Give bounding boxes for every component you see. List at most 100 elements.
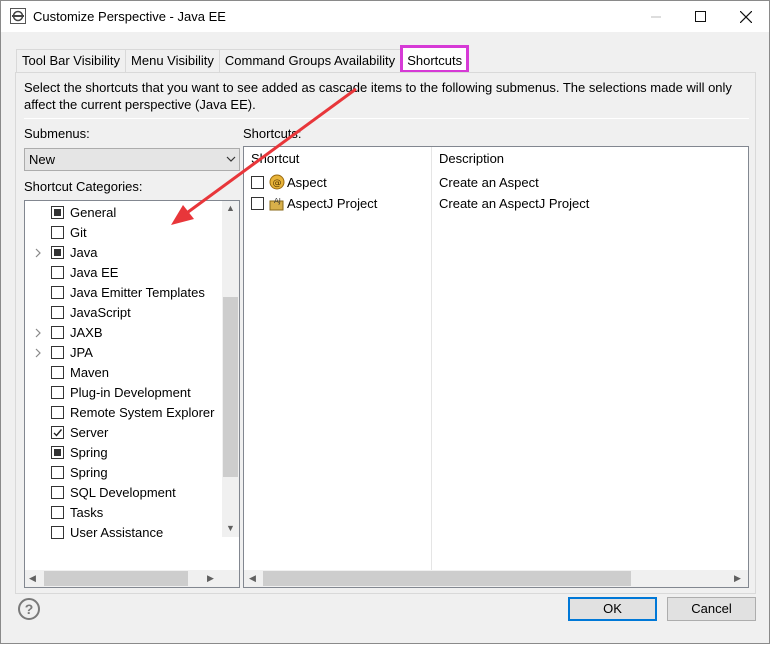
tree-item[interactable]: Java Emitter Templates	[25, 283, 221, 303]
tree-item[interactable]: JPA	[25, 343, 221, 363]
shortcuts-table[interactable]: Shortcut Description @ Aspect Create an …	[243, 146, 749, 588]
horizontal-scrollbar[interactable]: ◀ ▶	[25, 570, 239, 587]
tree-item-label: Java	[70, 245, 98, 260]
tree-item[interactable]: JAXB	[25, 323, 221, 343]
tree-item-label: Remote System Explorer	[70, 405, 215, 420]
category-checkbox[interactable]	[51, 286, 64, 299]
tree-item[interactable]: SQL Development	[25, 483, 221, 503]
category-checkbox[interactable]	[51, 246, 64, 259]
shortcut-description: Create an Aspect	[439, 175, 539, 190]
submenus-dropdown[interactable]: New	[24, 148, 240, 171]
tab-bar: Tool Bar Visibility Menu Visibility Comm…	[16, 45, 470, 73]
chevron-right-icon[interactable]	[34, 248, 42, 258]
submenus-selected: New	[29, 152, 56, 167]
tree-item[interactable]: Server	[25, 423, 221, 443]
category-checkbox[interactable]	[51, 526, 64, 539]
horizontal-scrollbar[interactable]: ◀ ▶	[244, 570, 748, 587]
chevron-right-icon[interactable]	[34, 348, 42, 358]
category-checkbox[interactable]	[51, 266, 64, 279]
category-checkbox[interactable]	[51, 446, 64, 459]
scroll-left-icon[interactable]: ◀	[249, 573, 256, 584]
dialog-content: Tool Bar Visibility Menu Visibility Comm…	[1, 32, 769, 643]
tree-item-label: JPA	[70, 345, 93, 360]
shortcuts-panel: Select the shortcuts that you want to se…	[15, 72, 756, 594]
separator	[24, 118, 749, 119]
close-icon	[740, 10, 752, 23]
tree-item[interactable]: Tasks	[25, 503, 221, 523]
cancel-button[interactable]: Cancel	[667, 597, 756, 621]
column-header-description[interactable]: Description	[432, 147, 748, 171]
tree-item[interactable]: Java	[25, 243, 221, 263]
category-checkbox[interactable]	[51, 326, 64, 339]
instructions-text: Select the shortcuts that you want to se…	[24, 80, 732, 112]
aspectj-project-checkbox[interactable]	[251, 197, 264, 210]
svg-text:@: @	[273, 179, 282, 189]
aspect-checkbox[interactable]	[251, 176, 264, 189]
category-checkbox[interactable]	[51, 386, 64, 399]
tree-item[interactable]: User Assistance	[25, 523, 221, 543]
shortcut-name: AspectJ Project	[287, 196, 378, 211]
tree-item[interactable]: Java EE	[25, 263, 221, 283]
category-checkbox[interactable]	[51, 366, 64, 379]
scroll-left-icon[interactable]: ◀	[29, 573, 36, 584]
scroll-up-icon[interactable]: ▲	[226, 203, 235, 213]
minimize-icon	[651, 16, 661, 17]
column-header-shortcut[interactable]: Shortcut	[244, 147, 431, 171]
close-button[interactable]	[723, 1, 769, 32]
ok-button[interactable]: OK	[568, 597, 657, 621]
aspect-icon: @	[269, 174, 285, 190]
tree-item-label: JavaScript	[70, 305, 131, 320]
shortcuts-label: Shortcuts:	[243, 126, 302, 141]
category-checkbox[interactable]	[51, 346, 64, 359]
chevron-down-icon	[226, 156, 236, 162]
tree-item[interactable]: General	[25, 203, 221, 223]
eclipse-app-icon	[10, 8, 26, 24]
tab-tool-bar-visibility[interactable]: Tool Bar Visibility	[16, 49, 127, 73]
tab-command-groups-availability[interactable]: Command Groups Availability	[218, 49, 402, 73]
tab-menu-visibility[interactable]: Menu Visibility	[125, 49, 220, 73]
tab-shortcuts[interactable]: Shortcuts	[400, 45, 470, 73]
title-bar: Customize Perspective - Java EE	[1, 1, 769, 32]
category-checkbox[interactable]	[51, 506, 64, 519]
category-checkbox[interactable]	[51, 306, 64, 319]
submenus-label: Submenus:	[24, 126, 90, 141]
scroll-down-icon[interactable]: ▼	[226, 523, 235, 533]
tree-item-label: Plug-in Development	[70, 385, 191, 400]
tree-item[interactable]: Remote System Explorer	[25, 403, 221, 423]
tree-item[interactable]: Maven	[25, 363, 221, 383]
tree-item-label: SQL Development	[70, 485, 176, 500]
table-row[interactable]: @ Aspect Create an Aspect	[244, 172, 748, 193]
scroll-right-icon[interactable]: ▶	[207, 573, 214, 584]
category-checkbox[interactable]	[51, 206, 64, 219]
tree-item[interactable]: JavaScript	[25, 303, 221, 323]
chevron-right-icon[interactable]	[34, 328, 42, 338]
category-checkbox[interactable]	[51, 466, 64, 479]
minimize-button[interactable]	[633, 1, 679, 32]
scroll-right-icon[interactable]: ▶	[734, 573, 741, 584]
tree-item[interactable]: Spring	[25, 443, 221, 463]
aspectj-project-icon: AJ	[269, 197, 284, 211]
tree-item-label: JAXB	[70, 325, 103, 340]
horizontal-scroll-thumb[interactable]	[263, 571, 631, 586]
shortcut-name: Aspect	[287, 175, 327, 190]
help-button[interactable]: ?	[18, 598, 40, 620]
tree-item-label: Server	[70, 425, 109, 440]
tree-item-label: Maven	[70, 365, 110, 380]
category-checkbox[interactable]	[51, 406, 64, 419]
vertical-scrollbar[interactable]: ▲ ▼	[222, 201, 239, 537]
category-checkbox[interactable]	[51, 226, 64, 239]
horizontal-scroll-thumb[interactable]	[44, 571, 188, 586]
tree-item-label: Spring	[70, 465, 108, 480]
maximize-button[interactable]	[677, 1, 723, 32]
category-checkbox[interactable]	[51, 426, 64, 439]
tree-item-label: Java EE	[70, 265, 119, 280]
category-checkbox[interactable]	[51, 486, 64, 499]
table-row[interactable]: AJ AspectJ Project Create an AspectJ Pro…	[244, 193, 748, 214]
shortcut-categories-tree[interactable]: General Git Java Java EE Java Emitter Templa…	[24, 200, 240, 588]
tree-item-label: Tasks	[70, 505, 104, 520]
tree-item[interactable]: Spring	[25, 463, 221, 483]
tree-item[interactable]: Git	[25, 223, 221, 243]
vertical-scroll-thumb[interactable]	[223, 297, 238, 477]
maximize-icon	[694, 11, 706, 22]
tree-item[interactable]: Plug-in Development	[25, 383, 221, 403]
